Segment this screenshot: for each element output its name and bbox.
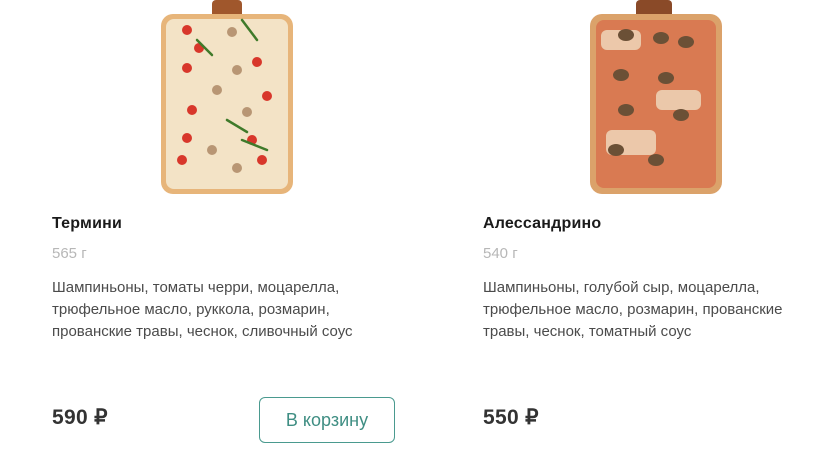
pizza-alessandrino-image[interactable] (586, 0, 726, 200)
product-weight: 565 г (52, 245, 87, 262)
description-line: Шампиньоны, томаты черри, моцарелла, (52, 279, 340, 296)
description-line: Шампиньоны, голубой сыр, моцарелла, (483, 279, 760, 296)
product-weight: 540 г (483, 245, 518, 262)
description-line: прованские травы, чеснок, сливочный соус (52, 323, 353, 340)
product-price: 590 ₽ (52, 406, 108, 429)
product-price: 550 ₽ (483, 406, 539, 429)
add-to-cart-button[interactable]: В корзину (259, 397, 395, 443)
product-description: Шампиньоны, томаты черри, моцарелла, трю… (52, 277, 382, 343)
description-line: трюфельное масло, руккола, розмарин, (52, 301, 330, 318)
product-name[interactable]: Термини (52, 215, 122, 233)
product-name[interactable]: Алессандрино (483, 215, 601, 233)
product-description: Шампиньоны, голубой сыр, моцарелла, трюф… (483, 277, 813, 343)
product-card-termini: Термини 565 г Шампиньоны, томаты черри, … (52, 0, 412, 450)
pizza-termini-image[interactable] (157, 0, 297, 200)
product-card-alessandrino: Алессандрино 540 г Шампиньоны, голубой с… (483, 0, 815, 450)
description-line: трюфельное масло, розмарин, прованские (483, 301, 783, 318)
description-line: травы, чеснок, томатный соус (483, 323, 692, 340)
